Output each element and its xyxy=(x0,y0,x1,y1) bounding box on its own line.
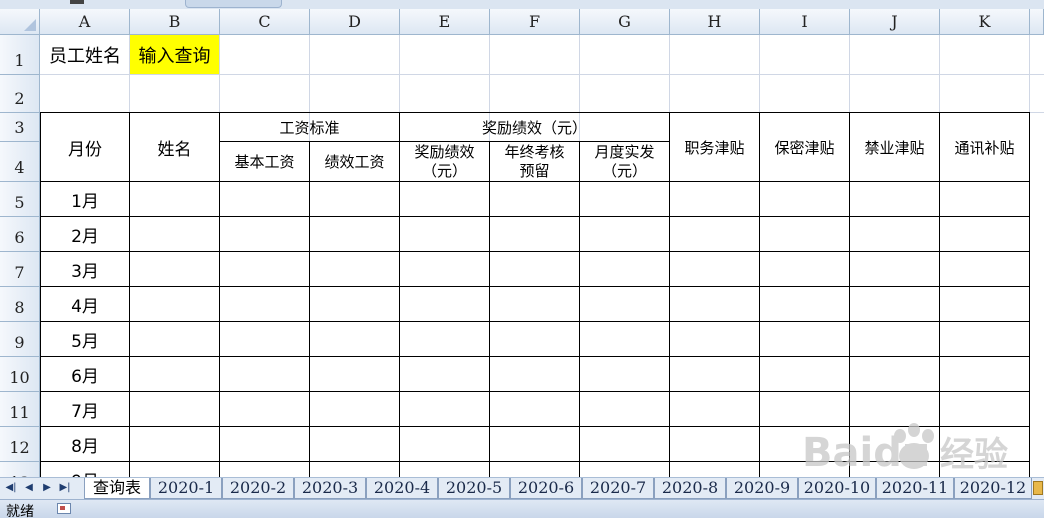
cell-a1[interactable]: 员工姓名 xyxy=(40,35,130,74)
sheet-tab-bar: ◀| ◀ ▶ ▶| 查询表 2020-1 2020-2 2020-3 2020-… xyxy=(0,477,1044,499)
month-cell[interactable]: 7月 xyxy=(41,392,129,426)
row-header-5[interactable]: 5 xyxy=(0,182,40,217)
column-header-l[interactable] xyxy=(1030,9,1044,35)
macro-record-icon[interactable] xyxy=(57,503,71,514)
month-cell[interactable]: 8月 xyxy=(41,427,129,461)
next-sheet-icon[interactable]: ▶ xyxy=(40,480,54,496)
cell-i3[interactable]: 保密津贴 xyxy=(760,113,849,181)
cell-d4[interactable]: 绩效工资 xyxy=(310,142,399,181)
month-cell[interactable]: 3月 xyxy=(41,252,129,286)
row-header-4[interactable]: 4 xyxy=(0,142,40,182)
row-header-9[interactable]: 9 xyxy=(0,322,40,357)
sheet-tab[interactable]: 2020-9 xyxy=(726,478,798,499)
cell-e4-line2: （元） xyxy=(421,161,467,180)
ribbon-edge-mark xyxy=(70,0,84,4)
column-header-g[interactable]: G xyxy=(580,9,670,35)
cell-g4-line2: （元） xyxy=(601,161,647,180)
row-header-7[interactable]: 7 xyxy=(0,252,40,287)
cell-b3[interactable]: 姓名 xyxy=(130,113,219,181)
month-cell[interactable]: 4月 xyxy=(41,287,129,321)
table-border xyxy=(40,181,1030,182)
cell-h3[interactable]: 职务津贴 xyxy=(670,113,759,181)
row-header-13[interactable]: 13 xyxy=(0,462,40,477)
row-header-12[interactable]: 12 xyxy=(0,427,40,462)
select-all-corner[interactable] xyxy=(0,9,40,35)
column-header-c[interactable]: C xyxy=(220,9,310,35)
sheet-tab[interactable]: 2020-2 xyxy=(222,478,294,499)
column-header-i[interactable]: I xyxy=(760,9,850,35)
column-header-a[interactable]: A xyxy=(40,9,130,35)
month-cell[interactable]: 2月 xyxy=(41,217,129,251)
cell-e3[interactable]: 奖励绩效（元） xyxy=(400,113,669,141)
cell-e4-line1: 奖励绩效 xyxy=(414,142,475,161)
cell-e4[interactable]: 奖励绩效 （元） xyxy=(400,142,489,181)
gridline xyxy=(40,74,1044,75)
column-header-e[interactable]: E xyxy=(400,9,490,35)
insert-sheet-icon[interactable] xyxy=(1033,481,1043,495)
sheet-tab[interactable]: 2020-6 xyxy=(510,478,582,499)
row-header-3[interactable]: 3 xyxy=(0,113,40,142)
cell-g4[interactable]: 月度实发 （元） xyxy=(580,142,669,181)
cell-c4[interactable]: 基本工资 xyxy=(220,142,309,181)
table-border xyxy=(40,391,1030,392)
sheet-tab[interactable]: 2020-7 xyxy=(582,478,654,499)
cell-j3[interactable]: 禁业津贴 xyxy=(850,113,939,181)
row-header-8[interactable]: 8 xyxy=(0,287,40,322)
baidu-jingyan-watermark: Baidu 经验 xyxy=(802,423,1008,476)
column-header-d[interactable]: D xyxy=(310,9,400,35)
prev-sheet-icon[interactable]: ◀ xyxy=(22,480,36,496)
last-sheet-icon[interactable]: ▶| xyxy=(58,480,72,496)
table-border xyxy=(40,216,1030,217)
sheet-tab[interactable]: 2020-5 xyxy=(438,478,510,499)
row-header-2[interactable]: 2 xyxy=(0,75,40,113)
month-cell[interactable]: 1月 xyxy=(41,182,129,216)
ribbon-tab-stub[interactable] xyxy=(185,0,282,8)
spreadsheet-grid[interactable]: A B C D E F G H I J K 1 2 3 4 5 6 7 8 9 … xyxy=(0,9,1044,477)
cell-f4-line2: 预留 xyxy=(519,161,550,180)
month-cell[interactable]: 6月 xyxy=(41,357,129,391)
column-header-k[interactable]: K xyxy=(940,9,1030,35)
table-border xyxy=(40,286,1030,287)
status-text: 就绪 xyxy=(6,504,34,520)
status-bar: 就绪 xyxy=(0,499,1044,520)
table-border xyxy=(40,251,1030,252)
table-border xyxy=(40,356,1030,357)
watermark-cn: 经验 xyxy=(940,435,1008,475)
cell-f4[interactable]: 年终考核 预留 xyxy=(490,142,579,181)
sheet-tab[interactable]: 2020-3 xyxy=(294,478,366,499)
sheet-tab[interactable]: 2020-12 xyxy=(954,478,1032,499)
month-cell[interactable]: 5月 xyxy=(41,322,129,356)
cell-f4-line1: 年终考核 xyxy=(504,142,565,161)
column-header-f[interactable]: F xyxy=(490,9,580,35)
first-sheet-icon[interactable]: ◀| xyxy=(4,480,18,496)
month-cell[interactable]: 9月 xyxy=(41,462,129,478)
ribbon-edge xyxy=(0,0,1044,9)
cell-g4-line1: 月度实发 xyxy=(594,142,655,161)
cell-a3[interactable]: 月份 xyxy=(41,113,129,181)
sheet-tab[interactable]: 2020-11 xyxy=(876,478,954,499)
cell-b1[interactable]: 输入查询 xyxy=(130,35,219,74)
column-header-h[interactable]: H xyxy=(670,9,760,35)
row-header-1[interactable]: 1 xyxy=(0,35,40,75)
sheet-tab[interactable]: 2020-1 xyxy=(150,478,222,499)
sheet-tab[interactable]: 2020-4 xyxy=(366,478,438,499)
column-header-b[interactable]: B xyxy=(130,9,220,35)
sheet-tab[interactable]: 2020-8 xyxy=(654,478,726,499)
row-header-11[interactable]: 11 xyxy=(0,392,40,427)
sheet-tab[interactable]: 2020-10 xyxy=(798,478,876,499)
cell-k3[interactable]: 通讯补贴 xyxy=(940,113,1029,181)
table-border xyxy=(40,321,1030,322)
cell-c3[interactable]: 工资标准 xyxy=(220,113,399,141)
row-header-6[interactable]: 6 xyxy=(0,217,40,252)
column-header-j[interactable]: J xyxy=(850,9,940,35)
sheet-tab-active[interactable]: 查询表 xyxy=(84,478,150,499)
row-header-10[interactable]: 10 xyxy=(0,357,40,392)
